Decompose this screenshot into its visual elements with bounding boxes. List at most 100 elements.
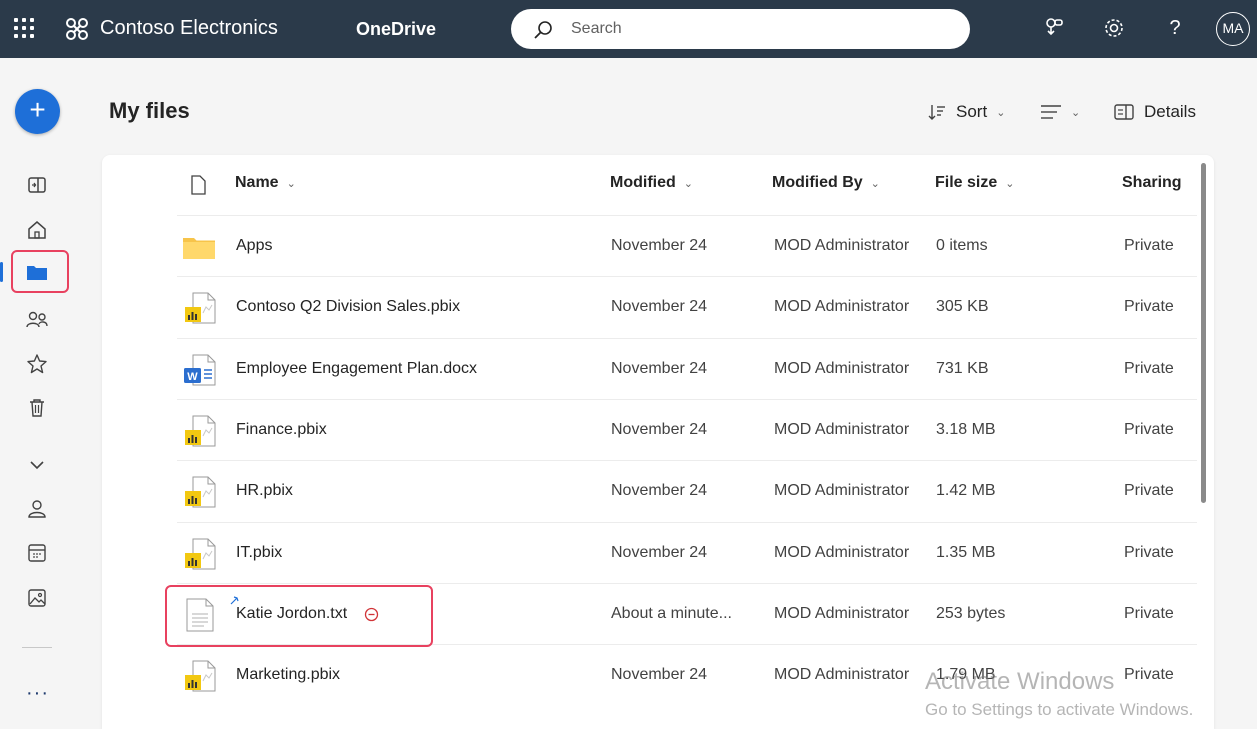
view-options-button[interactable]: ⌄ (1040, 99, 1080, 125)
person-icon[interactable] (24, 496, 50, 522)
column-modified-by-label: Modified By (772, 174, 863, 191)
app-name[interactable]: OneDrive (356, 19, 436, 40)
file-row[interactable]: W Employee Engagement Plan.docx November 2… (177, 337, 1197, 399)
trash-icon[interactable] (24, 395, 50, 421)
sort-button[interactable]: Sort ⌄ (928, 99, 1005, 125)
modified-by: MOD Administrator (774, 604, 910, 622)
file-name[interactable]: Finance.pbix (236, 421, 327, 439)
powerbi-file-icon (185, 660, 216, 692)
details-pane-icon (1114, 104, 1134, 120)
view-list-icon (1041, 105, 1061, 119)
file-size: 1.35 MB (936, 543, 996, 561)
file-row[interactable]: HR.pbix November 24 MOD Administrator 1.42 … (177, 460, 1197, 521)
sharing-status: Private (1124, 604, 1174, 622)
file-name[interactable]: Marketing.pbix (236, 666, 340, 684)
activation-watermark-text: Go to Settings to activate Windows. (925, 700, 1194, 719)
sharing-status: Private (1124, 420, 1174, 438)
powerbi-file-icon (185, 538, 216, 569)
help-icon[interactable]: ? (1163, 16, 1187, 40)
file-name[interactable]: IT.pbix (236, 544, 282, 562)
sharing-status: Private (1124, 482, 1174, 500)
vertical-scrollbar[interactable] (1201, 163, 1206, 503)
modified-date: November 24 (611, 482, 708, 500)
home-icon[interactable] (24, 217, 50, 243)
sharing-status: Private (1124, 543, 1174, 561)
file-name[interactable]: Employee Engagement Plan.docx (236, 360, 477, 378)
modified-by: MOD Administrator (774, 237, 910, 254)
page-title: My files (109, 98, 190, 123)
powerbi-file-icon (185, 476, 216, 508)
chevron-down-icon: ⌄ (1005, 178, 1015, 190)
sharing-status: Private (1124, 359, 1174, 377)
modified-date: November 24 (611, 359, 708, 377)
column-file-size-label: File size (935, 174, 998, 191)
file-row[interactable]: IT.pbix November 24 MOD Administrator 1.35 … (177, 521, 1197, 583)
rail-divider (22, 647, 52, 648)
activation-watermark-title: Activate Windows (925, 668, 1115, 695)
sharing-status: Private (1124, 237, 1174, 254)
search-box[interactable]: Search (511, 9, 970, 49)
file-size: 0 items (936, 237, 988, 254)
chevron-down-icon: ⌄ (996, 106, 1006, 119)
details-button[interactable]: Details (1114, 99, 1196, 125)
file-size: 1.42 MB (936, 482, 996, 500)
modified-date: November 24 (611, 420, 708, 438)
chevron-down-icon: ⌄ (683, 178, 693, 190)
chevron-down-icon: ⌄ (1071, 106, 1081, 119)
file-size: 253 bytes (936, 604, 1006, 622)
search-input[interactable]: Search (571, 20, 622, 38)
modified-by: MOD Administrator (774, 543, 910, 561)
modified-date: November 24 (611, 237, 708, 254)
app-launcher-icon[interactable] (14, 18, 34, 38)
calendar-icon[interactable] (24, 540, 50, 566)
file-size: 3.18 MB (936, 420, 996, 438)
chevron-down-icon[interactable] (24, 452, 50, 478)
modified-date: November 24 (611, 298, 708, 316)
column-name-label: Name (235, 174, 279, 191)
powerbi-file-icon (185, 292, 216, 324)
people-icon[interactable] (24, 307, 50, 333)
file-row[interactable]: Contoso Q2 Division Sales.pbix November 2… (177, 276, 1197, 337)
avatar[interactable]: MA (1216, 12, 1250, 46)
sharing-status: Private (1124, 666, 1174, 684)
modified-by: MOD Administrator (774, 298, 910, 316)
word-file-icon: W (184, 354, 216, 386)
file-size: 305 KB (936, 298, 989, 316)
folder-icon (183, 238, 215, 259)
sharing-status: Private (1124, 298, 1174, 316)
file-name[interactable]: HR.pbix (236, 482, 293, 500)
column-header-modified-by[interactable]: Modified By ⌄ (772, 174, 880, 192)
file-row[interactable]: Finance.pbix November 24 MOD Administrator… (177, 398, 1197, 460)
svg-text:W: W (187, 371, 198, 383)
file-type-header-icon (191, 175, 206, 195)
column-header-modified[interactable]: Modified ⌄ (610, 174, 693, 192)
file-list: Name ⌄ Modified ⌄ Modified By ⌄ File size ⌄ … (102, 155, 1214, 729)
file-name[interactable]: Contoso Q2 Division Sales.pbix (236, 298, 460, 316)
create-new-button[interactable]: + (15, 89, 60, 134)
modified-by: MOD Administrator (774, 666, 910, 684)
annotation-highlight-new-file (165, 585, 433, 647)
selected-indicator (0, 262, 3, 282)
file-row[interactable]: Apps November 24 MOD Administrator 0 items P… (177, 215, 1197, 276)
column-header-sharing[interactable]: Sharing (1122, 174, 1182, 192)
org-logo-icon (66, 18, 88, 40)
file-name[interactable]: Apps (236, 237, 272, 255)
share-icon[interactable] (1042, 16, 1066, 40)
image-icon[interactable] (24, 585, 50, 611)
modified-date: About a minute... (611, 604, 732, 622)
more-options-icon[interactable]: ··· (26, 682, 49, 705)
column-header-name[interactable]: Name ⌄ (235, 174, 296, 192)
file-size: 731 KB (936, 359, 989, 377)
column-header-file-size[interactable]: File size ⌄ (935, 174, 1014, 192)
gear-icon[interactable] (1102, 16, 1126, 40)
search-icon (534, 21, 552, 39)
modified-date: November 24 (611, 543, 708, 561)
modified-by: MOD Administrator (774, 482, 910, 500)
modified-by: MOD Administrator (774, 420, 910, 438)
collapse-pane-icon[interactable] (24, 172, 50, 198)
org-name[interactable]: Contoso Electronics (100, 17, 278, 40)
chevron-down-icon: ⌄ (286, 178, 296, 190)
column-sharing-label: Sharing (1122, 174, 1182, 191)
star-icon[interactable] (24, 351, 50, 377)
column-modified-label: Modified (610, 174, 676, 191)
